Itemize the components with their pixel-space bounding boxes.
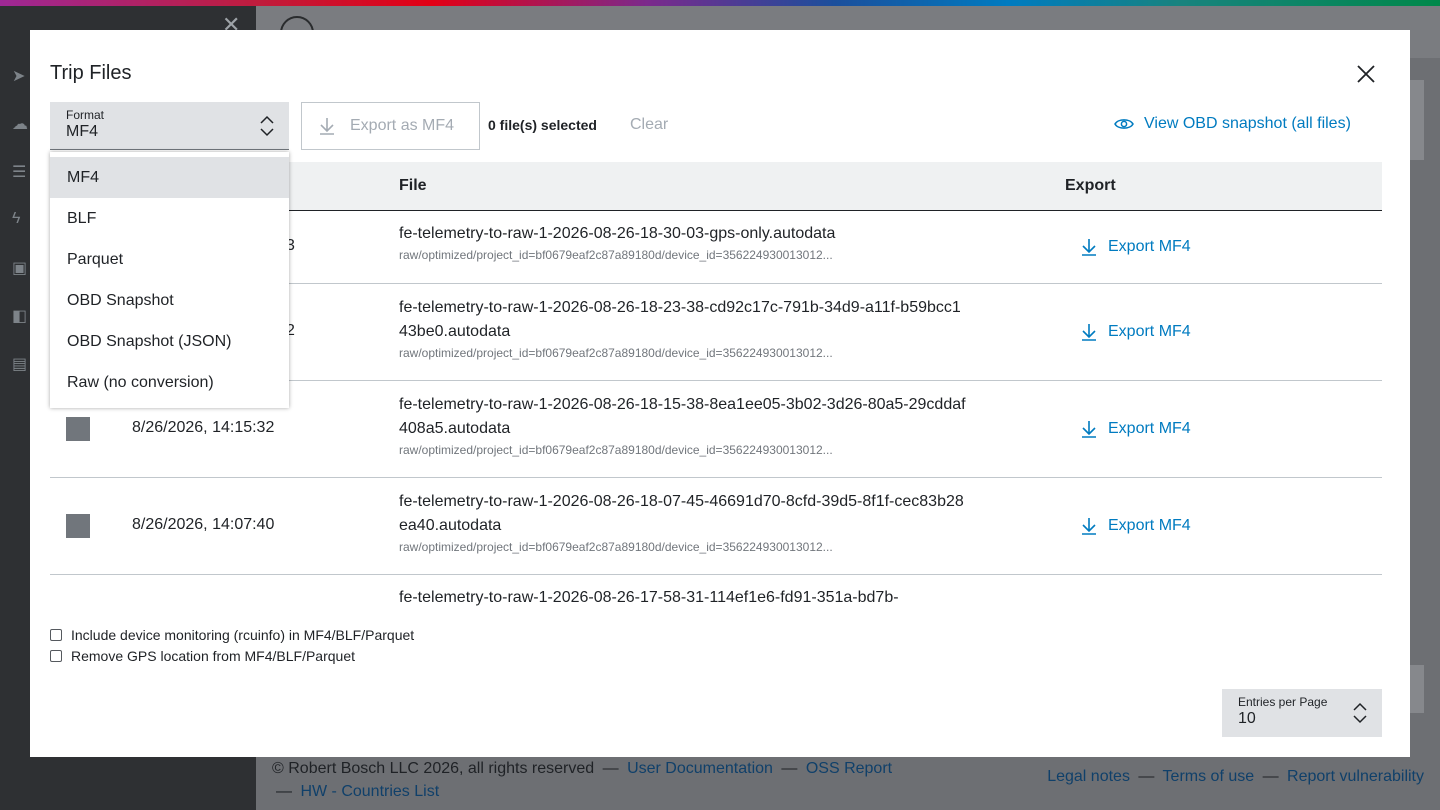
row-export-mf4-button[interactable]: Export MF4 xyxy=(1080,237,1191,257)
user-documentation-link[interactable]: User Documentation xyxy=(627,760,773,777)
chevron-up-down-icon xyxy=(1353,702,1367,724)
row-export-mf4-button[interactable]: Export MF4 xyxy=(1080,322,1191,342)
row-path: raw/optimized/project_id=bf0679eaf2c87a8… xyxy=(399,248,833,262)
row-date: 8/26/2026, 14:07:40 xyxy=(132,516,275,533)
terms-of-use-link[interactable]: Terms of use xyxy=(1163,768,1255,785)
download-icon xyxy=(1082,324,1096,341)
format-option-raw[interactable]: Raw (no conversion) xyxy=(50,362,289,403)
close-icon[interactable] xyxy=(1354,62,1378,86)
row-filename: fe-telemetry-to-raw-1-2026-08-26-18-23-3… xyxy=(399,299,961,340)
format-value: MF4 xyxy=(66,123,98,140)
row-checkbox[interactable] xyxy=(66,417,90,441)
background-card xyxy=(1410,665,1424,713)
entries-label: Entries per Page xyxy=(1238,695,1328,709)
export-options: Include device monitoring (rcuinfo) in M… xyxy=(50,624,414,666)
entries-per-page-select[interactable]: Entries per Page 10 xyxy=(1222,689,1382,737)
row-path: raw/optimized/project_id=bf0679eaf2c87a8… xyxy=(399,443,833,457)
oss-report-link[interactable]: OSS Report xyxy=(806,760,892,777)
trip-files-dialog: Trip Files Format MF4 Export as MF4 0 fi… xyxy=(30,30,1410,757)
table-row: fe-telemetry-to-raw-1-2026-08-26-17-58-3… xyxy=(50,575,1382,611)
export-as-mf4-button[interactable]: Export as MF4 xyxy=(301,102,480,150)
header-file: File xyxy=(399,177,427,194)
row-filename: fe-telemetry-to-raw-1-2026-08-26-18-15-3… xyxy=(399,396,966,437)
footer-right: Legal notes — Terms of use — Report vuln… xyxy=(1047,768,1424,785)
footer: © Robert Bosch LLC 2026, all rights rese… xyxy=(256,752,1440,810)
download-icon xyxy=(1082,421,1096,438)
row-filename: fe-telemetry-to-raw-1-2026-08-26-17-58-3… xyxy=(399,589,899,606)
format-dropdown-menu: MF4 BLF Parquet OBD Snapshot OBD Snapsho… xyxy=(50,152,289,408)
row-date: 8/26/2026, 14:15:32 xyxy=(132,419,275,436)
rcuinfo-option[interactable]: Include device monitoring (rcuinfo) in M… xyxy=(50,624,414,645)
remove-gps-checkbox[interactable] xyxy=(50,649,62,662)
row-filename: fe-telemetry-to-raw-1-2026-08-26-18-30-0… xyxy=(399,225,836,242)
clear-button[interactable]: Clear xyxy=(630,116,668,134)
eye-icon xyxy=(1114,119,1134,129)
row-export-mf4-button[interactable]: Export MF4 xyxy=(1080,419,1191,439)
copyright-text: © Robert Bosch LLC 2026, all rights rese… xyxy=(272,760,595,777)
footer-left: © Robert Bosch LLC 2026, all rights rese… xyxy=(272,760,893,800)
row-path: raw/optimized/project_id=bf0679eaf2c87a8… xyxy=(399,346,833,360)
format-option-blf[interactable]: BLF xyxy=(50,198,289,239)
background-card xyxy=(1410,80,1424,160)
report-vulnerability-link[interactable]: Report vulnerability xyxy=(1287,768,1424,785)
format-option-obd-snapshot[interactable]: OBD Snapshot xyxy=(50,280,289,321)
hw-countries-list-link[interactable]: HW - Countries List xyxy=(300,783,439,800)
format-option-mf4[interactable]: MF4 xyxy=(50,157,289,198)
format-label: Format xyxy=(66,108,105,122)
chevron-up-down-icon xyxy=(260,115,274,137)
row-checkbox[interactable] xyxy=(66,514,90,538)
selected-count: 0 file(s) selected xyxy=(488,117,597,133)
download-icon xyxy=(1082,518,1096,535)
dialog-title: Trip Files xyxy=(50,62,132,84)
format-select[interactable]: Format MF4 xyxy=(50,102,289,150)
export-button-label: Export as MF4 xyxy=(350,117,455,134)
remove-gps-label: Remove GPS location from MF4/BLF/Parquet xyxy=(71,647,355,664)
legal-notes-link[interactable]: Legal notes xyxy=(1047,768,1130,785)
row-export-mf4-button[interactable]: Export MF4 xyxy=(1080,516,1191,536)
entries-value: 10 xyxy=(1238,710,1256,727)
obd-link-label: View OBD snapshot (all files) xyxy=(1144,115,1351,132)
view-obd-snapshot-link[interactable]: View OBD snapshot (all files) xyxy=(1114,115,1351,133)
format-option-obd-snapshot-json[interactable]: OBD Snapshot (JSON) xyxy=(50,321,289,362)
rcuinfo-label: Include device monitoring (rcuinfo) in M… xyxy=(71,626,415,643)
table-row: 8/26/2026, 14:07:40 fe-telemetry-to-raw-… xyxy=(50,478,1382,575)
header-export: Export xyxy=(1065,177,1116,194)
format-option-parquet[interactable]: Parquet xyxy=(50,239,289,280)
row-path: raw/optimized/project_id=bf0679eaf2c87a8… xyxy=(399,540,833,554)
rcuinfo-checkbox[interactable] xyxy=(50,628,62,641)
download-icon xyxy=(320,118,334,135)
download-icon xyxy=(1082,239,1096,256)
row-filename: fe-telemetry-to-raw-1-2026-08-26-18-07-4… xyxy=(399,493,964,534)
remove-gps-option[interactable]: Remove GPS location from MF4/BLF/Parquet xyxy=(50,645,414,666)
